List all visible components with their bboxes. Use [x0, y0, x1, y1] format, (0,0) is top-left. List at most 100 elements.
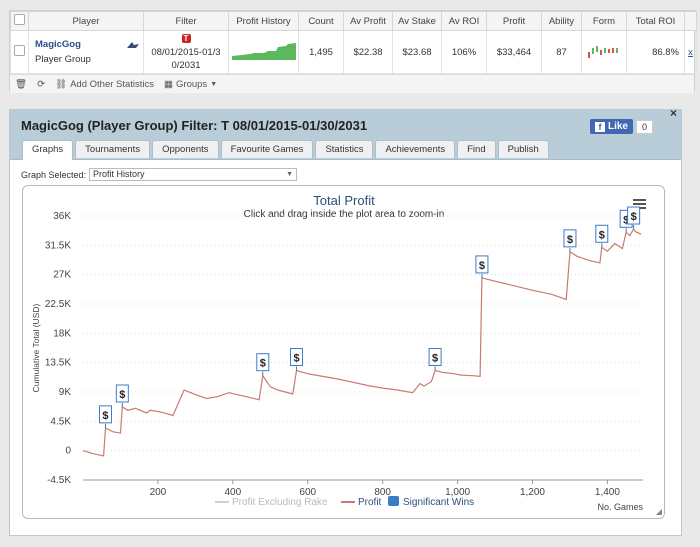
refresh-icon[interactable]: ⟳ [37, 79, 45, 90]
y-tick-label: 27K [53, 270, 71, 281]
column-header[interactable]: Profit [486, 11, 542, 31]
facebook-like[interactable]: f Like 0 [589, 119, 653, 134]
player-cell: MagicGog Player Group [28, 30, 144, 74]
add-stats-label: Add Other Statistics [70, 78, 155, 90]
av-roi-cell: 106% [441, 30, 487, 74]
panel-header: MagicGog (Player Group) Filter: T 08/01/… [10, 106, 681, 160]
grid-icon: ▦ [164, 78, 174, 90]
profit-cell: $33,464 [486, 30, 542, 74]
significant-win-label: $ [260, 358, 266, 370]
row-checkbox[interactable] [14, 45, 25, 56]
graph-selector: Graph Selected: Profit History ▼ [21, 168, 298, 181]
legend-rake-label: Profit Excluding Rake [232, 497, 328, 508]
facebook-icon: f [594, 121, 605, 132]
ability-cell: 87 [541, 30, 582, 74]
tab-statistics[interactable]: Statistics [315, 140, 374, 158]
menu-icon[interactable] [633, 203, 646, 205]
significant-win-label: $ [119, 389, 125, 401]
tab-graphs[interactable]: Graphs [22, 140, 74, 160]
groups-label: Groups [176, 78, 208, 90]
filter-text: 08/01/2015-01/30/2031 [151, 46, 221, 71]
y-tick-label: -4.5K [47, 475, 71, 486]
x-tick-label: 200 [150, 487, 167, 498]
add-stats-button[interactable]: ⛓ Add Other Statistics [55, 79, 154, 90]
x-axis-label: No. Games [597, 502, 643, 512]
tab-publish[interactable]: Publish [497, 140, 549, 158]
like-button[interactable]: f Like [589, 119, 633, 134]
significant-win-label: $ [631, 211, 637, 223]
menu-icon[interactable] [633, 199, 646, 201]
x-tick-label: 1,400 [595, 487, 620, 498]
av-stake-cell: $23.68 [392, 30, 442, 74]
panel-tabs: Graphs Tournaments Opponents Favourite G… [22, 140, 549, 160]
tab-opponents[interactable]: Opponents [152, 140, 219, 158]
graph-select-dropdown[interactable]: Profit History ▼ [89, 168, 298, 181]
y-tick-label: 13.5K [45, 358, 71, 369]
table-header-row: Player Filter Profit History Count Av Pr… [10, 11, 697, 31]
chevron-down-icon: ▼ [210, 80, 218, 88]
panel-title: MagicGog (Player Group) Filter: T 08/01/… [21, 118, 368, 133]
column-header[interactable]: Profit History [228, 11, 299, 31]
column-header[interactable]: Total ROI [626, 11, 685, 31]
graph-selected-label: Graph Selected: [21, 169, 87, 180]
tab-achievements[interactable]: Achievements [375, 140, 456, 158]
table-row: MagicGog Player Group T 08/01/2015-01/30… [10, 30, 697, 74]
x-tick-label: 1,200 [520, 487, 545, 498]
column-header[interactable]: Av Profit [343, 11, 393, 31]
like-count: 0 [635, 119, 653, 134]
select-all-header[interactable] [10, 11, 29, 31]
tab-find[interactable]: Find [457, 140, 496, 158]
y-axis-label: Cumulative Total (USD) [31, 304, 41, 393]
total-roi-cell: 86.8% [626, 30, 685, 74]
filter-cell: T 08/01/2015-01/30/2031 [143, 30, 229, 74]
groups-button[interactable]: ▦ Groups ▼ [164, 79, 217, 90]
significant-win-label: $ [599, 229, 605, 241]
tab-tournaments[interactable]: Tournaments [75, 140, 151, 158]
resize-handle-icon[interactable]: ◢ [656, 507, 662, 516]
blank-header [684, 11, 697, 31]
legend-sigwins-swatch [388, 496, 399, 506]
form-bars [588, 45, 618, 58]
y-tick-label: 9K [59, 387, 72, 398]
legend-sigwins-label: Significant Wins [403, 497, 474, 508]
column-header[interactable]: Av ROI [441, 11, 487, 31]
table-toolbar: 🗑 ⟳ ⛓ Add Other Statistics ▦ Groups ▼ [10, 74, 694, 93]
select-all-checkbox[interactable] [14, 14, 25, 25]
link-icon: ⛓ [55, 78, 68, 90]
tab-favourite-games[interactable]: Favourite Games [220, 140, 314, 158]
significant-win-label: $ [102, 410, 108, 422]
y-tick-label: 0 [65, 446, 71, 457]
profit-chart[interactable]: Total Profit Click and drag inside the pl… [22, 185, 665, 519]
player-name-link[interactable]: MagicGog [35, 39, 81, 50]
column-header[interactable]: Ability [541, 11, 582, 31]
column-header[interactable]: Filter [143, 11, 229, 31]
chart-subtitle: Click and drag inside the plot area to z… [244, 209, 445, 220]
significant-win-label: $ [479, 260, 485, 272]
profit-history-cell[interactable] [228, 30, 299, 74]
column-header[interactable]: Form [581, 11, 627, 31]
av-profit-cell: $22.38 [343, 30, 393, 74]
close-icon[interactable]: × [670, 106, 677, 120]
column-header[interactable]: Count [298, 11, 344, 31]
y-tick-label: 4.5K [50, 416, 71, 427]
trash-icon[interactable]: 🗑 [15, 79, 27, 90]
y-tick-label: 22.5K [45, 299, 71, 310]
legend-profit-label: Profit [358, 497, 382, 508]
player-table-panel: Player Filter Profit History Count Av Pr… [9, 10, 697, 93]
column-header[interactable]: Av Stake [392, 11, 442, 31]
graph-selected-value: Profit History [93, 169, 145, 179]
chart-svg[interactable]: Total ProfitClick and drag inside the pl… [23, 186, 665, 519]
y-tick-label: 31.5K [45, 240, 71, 251]
form-cell [581, 30, 627, 74]
chart-title: Total Profit [313, 193, 375, 208]
column-header[interactable]: Player [28, 11, 144, 31]
profit-series-line[interactable] [82, 227, 642, 457]
remove-row-link[interactable]: x [684, 30, 697, 74]
significant-win-label: $ [567, 234, 573, 246]
chevron-down-icon: ▼ [286, 171, 294, 178]
row-select-cell[interactable] [10, 30, 29, 74]
player-group-text: Player Group [35, 54, 91, 65]
profit-history-sparkline[interactable] [232, 42, 296, 60]
significant-win-label: $ [432, 352, 438, 364]
y-tick-label: 36K [53, 211, 71, 222]
